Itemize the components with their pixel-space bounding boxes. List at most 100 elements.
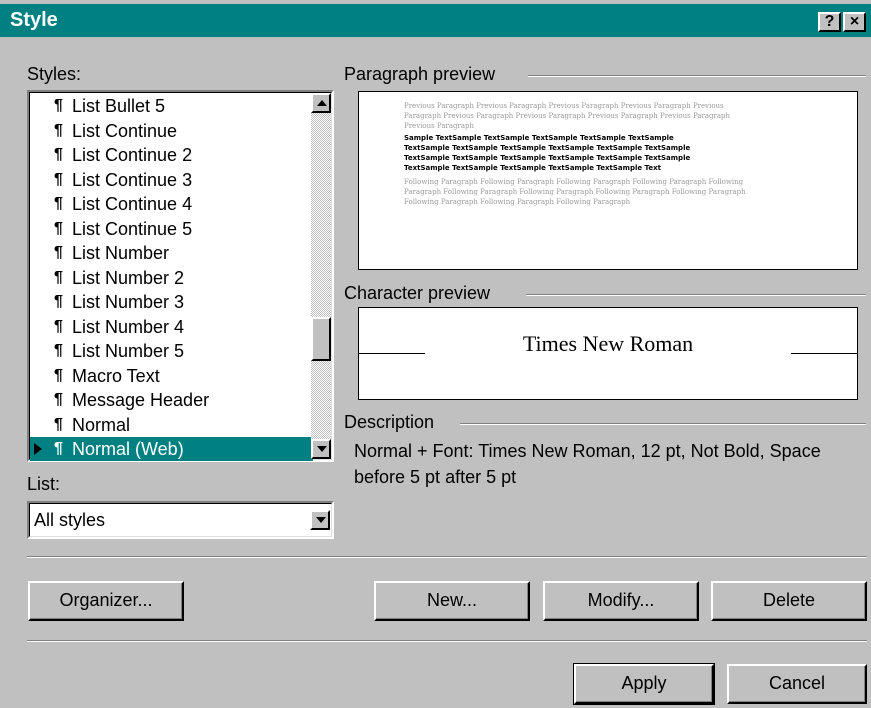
paragraph-style-icon: ¶: [54, 366, 63, 384]
paragraph-style-icon: ¶: [54, 415, 63, 433]
cancel-button-label: Cancel: [768, 673, 826, 693]
chevron-down-icon: [317, 446, 327, 452]
list-item-label: List Continue 4: [72, 194, 193, 214]
cancel-button[interactable]: Cancel: [727, 664, 867, 704]
list-combobox-inner: All styles: [29, 503, 332, 537]
list-item[interactable]: ¶ List Number 2: [30, 266, 313, 290]
styles-listbox-inner: ¶ List Bullet 5 ¶ List Continue ¶ List Contin…: [29, 92, 332, 461]
close-button[interactable]: ×: [843, 12, 866, 32]
paragraph-style-icon: ¶: [54, 317, 63, 335]
chevron-up-icon: [317, 100, 327, 106]
description-label-text: Description: [344, 412, 435, 432]
title-bar: Style ? ×: [0, 4, 871, 37]
list-item-label: List Number 5: [72, 341, 185, 361]
list-item-label: Message Header: [72, 390, 210, 410]
list-item-label: List Number 3: [72, 292, 185, 312]
preview-previous-line: Paragraph Previous Paragraph Previous Pa…: [404, 112, 731, 120]
paragraph-style-icon: ¶: [54, 97, 63, 114]
list-item-label: Normal (Web): [72, 439, 184, 459]
character-preview-label: Character preview: [344, 283, 490, 304]
description-label: Description: [344, 412, 434, 433]
styles-listbox[interactable]: ¶ List Bullet 5 ¶ List Continue ¶ List Contin…: [27, 90, 334, 462]
list-item[interactable]: ¶ List Continue 4: [30, 192, 313, 216]
organizer-button[interactable]: Organizer...: [28, 581, 184, 621]
scroll-up-button[interactable]: [311, 93, 331, 113]
list-item-label: List Bullet 5: [72, 96, 166, 116]
list-item[interactable]: ¶ Macro Text: [30, 364, 313, 388]
preview-previous-line: Previous Paragraph Previous Paragraph Pr…: [404, 102, 724, 110]
paragraph-style-icon: ¶: [54, 293, 63, 310]
separator-bottom: [27, 640, 867, 642]
character-preview-rule: [526, 294, 866, 296]
paragraph-style-icon: ¶: [54, 244, 63, 261]
paragraph-preview-box: Previous Paragraph Previous Paragraph Pr…: [358, 91, 858, 270]
delete-button-label: Delete: [762, 590, 816, 610]
list-item-label: List Number 2: [72, 267, 185, 288]
apply-button[interactable]: Apply: [573, 663, 715, 705]
char-preview-right-line: [791, 353, 857, 354]
chevron-down-icon: [316, 517, 326, 523]
paragraph-style-icon: ¶: [54, 342, 63, 359]
paragraph-preview-label: Paragraph preview: [344, 64, 495, 85]
list-item-label: List Continue: [72, 120, 178, 141]
apply-button-label: Apply: [621, 673, 667, 693]
modify-button[interactable]: Modify...: [543, 581, 699, 621]
organizer-button-label: Organizer...: [59, 590, 153, 610]
list-item[interactable]: ¶ List Continue: [30, 119, 313, 143]
new-button-label: New...: [426, 590, 478, 610]
list-dropdown-button[interactable]: [310, 510, 330, 530]
styles-label-text: Styles:: [27, 64, 82, 84]
preview-sample-line: TextSample TextSample TextSample TextSam…: [404, 144, 691, 152]
modify-button-label: Modify...: [587, 590, 655, 610]
list-item-label: Macro Text: [72, 365, 160, 386]
paragraph-style-icon: ¶: [54, 195, 63, 212]
current-style-arrow-icon: [34, 443, 42, 455]
scroll-thumb[interactable]: [311, 317, 331, 361]
preview-previous-line: Previous Paragraph: [404, 122, 475, 130]
paragraph-style-icon: ¶: [54, 268, 63, 286]
delete-button[interactable]: Delete: [711, 581, 867, 621]
paragraph-preview-rule: [528, 75, 866, 77]
help-button[interactable]: ?: [818, 12, 841, 32]
dialog-title: Style: [10, 9, 58, 31]
paragraph-style-icon: ¶: [54, 440, 63, 457]
list-item[interactable]: ¶ Normal: [30, 413, 313, 437]
list-item[interactable]: ¶ List Continue 3: [30, 168, 313, 192]
styles-scrollbar[interactable]: [311, 93, 331, 459]
paragraph-style-icon: ¶: [54, 170, 63, 188]
list-item[interactable]: ¶ Message Header: [30, 388, 313, 412]
paragraph-style-icon: ¶: [54, 121, 63, 139]
preview-following-line: Following Paragraph Following Paragraph …: [404, 198, 631, 206]
scroll-down-button[interactable]: [311, 439, 331, 459]
preview-sample-line: TextSample TextSample TextSample TextSam…: [404, 164, 661, 172]
preview-following-line: Following Paragraph Following Paragraph …: [404, 178, 744, 186]
preview-sample-line: TextSample TextSample TextSample TextSam…: [404, 154, 691, 162]
styles-label: Styles:: [27, 64, 81, 85]
list-item[interactable]: ¶ Normal (Web): [30, 437, 313, 461]
separator-top: [27, 556, 867, 558]
paragraph-style-icon: ¶: [54, 219, 63, 237]
paragraph-style-icon: ¶: [54, 391, 63, 408]
list-combobox[interactable]: All styles: [27, 501, 334, 539]
character-preview-box: Times New Roman: [358, 307, 858, 400]
list-item[interactable]: ¶ List Number 5: [30, 339, 313, 363]
paragraph-preview-label-text: Paragraph preview: [344, 64, 496, 84]
list-item[interactable]: ¶ List Number 3: [30, 290, 313, 314]
list-combobox-value: All styles: [34, 510, 106, 530]
new-button[interactable]: New...: [374, 581, 530, 621]
list-item[interactable]: ¶ List Number: [30, 241, 313, 265]
list-item[interactable]: ¶ List Continue 5: [30, 217, 313, 241]
list-item-label: List Continue 3: [72, 169, 193, 190]
description-text: Normal + Font: Times New Roman, 12 pt, N…: [354, 441, 821, 487]
description-rule: [460, 423, 866, 425]
list-item-label: List Continue 2: [72, 145, 193, 165]
list-item[interactable]: ¶ List Continue 2: [30, 143, 313, 167]
list-item[interactable]: ¶ List Bullet 5: [30, 94, 313, 118]
list-label-text: List:: [27, 474, 61, 494]
paragraph-style-icon: ¶: [54, 146, 63, 163]
list-item-label: List Continue 5: [72, 218, 193, 239]
list-item[interactable]: ¶ List Number 4: [30, 315, 313, 339]
character-preview-text: Times New Roman: [522, 331, 694, 356]
list-item-label: List Number: [72, 243, 170, 263]
list-item-label: Normal: [72, 414, 131, 435]
